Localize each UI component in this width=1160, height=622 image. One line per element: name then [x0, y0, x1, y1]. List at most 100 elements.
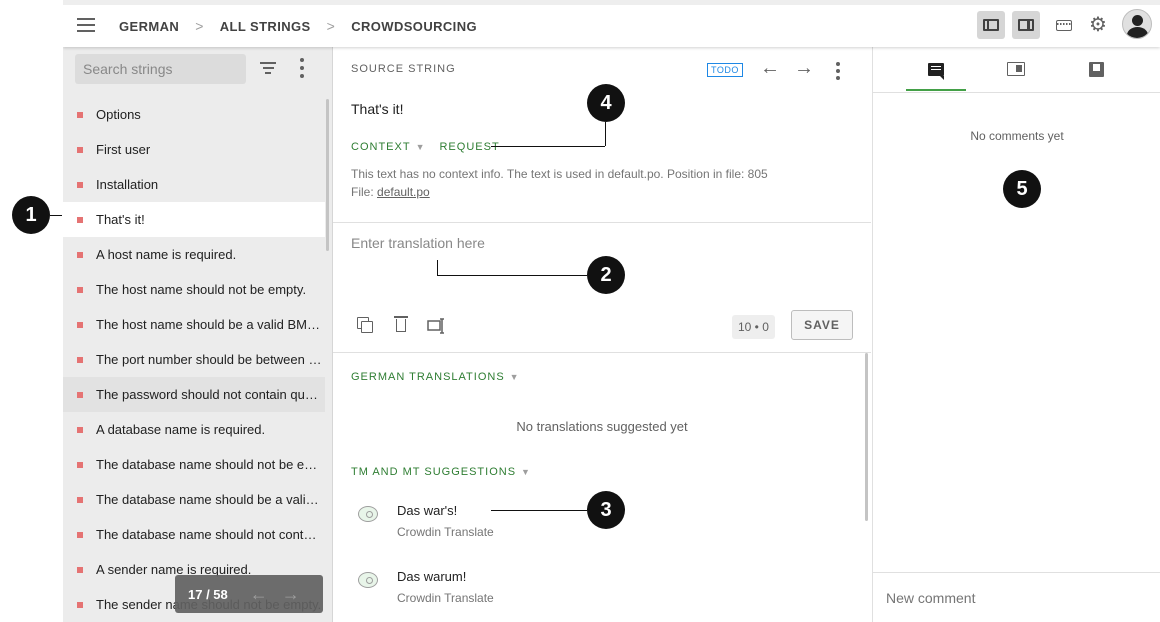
suggestion-source: Crowdin Translate: [397, 591, 494, 605]
next-string-icon[interactable]: →: [794, 57, 814, 80]
tabs-divider: [873, 92, 1160, 93]
comment-icon: [928, 62, 944, 80]
file-line: File: default.po: [351, 183, 851, 201]
trash-icon: [394, 316, 408, 332]
list-item[interactable]: The database name should be a valid ...: [63, 482, 325, 517]
callout-marker: 3: [587, 491, 625, 529]
string-text: A host name is required.: [96, 247, 237, 262]
suggestions-scrollbar[interactable]: [865, 353, 868, 521]
breadcrumb-all-strings[interactable]: ALL STRINGS: [220, 19, 311, 34]
list-item-hovered[interactable]: The password should not contain quot...: [63, 377, 325, 412]
filter-icon[interactable]: [260, 62, 276, 76]
chevron-down-icon: ▼: [509, 372, 520, 382]
settings-button[interactable]: ⚙: [1084, 11, 1112, 39]
untranslated-marker: [77, 601, 83, 608]
breadcrumb-language[interactable]: GERMAN: [119, 19, 179, 34]
untranslated-marker: [77, 566, 83, 573]
tab-glossary[interactable]: [986, 47, 1046, 91]
tm-suggestions-label: TM AND MT SUGGESTIONS: [351, 466, 517, 478]
breadcrumb-separator: >: [195, 18, 204, 34]
list-item[interactable]: The database name should not contai...: [63, 517, 325, 552]
more-options-icon[interactable]: [836, 62, 840, 83]
copy-source-button[interactable]: [357, 317, 375, 335]
untranslated-marker: [77, 216, 83, 223]
breadcrumb-mode[interactable]: CROWDSOURCING: [351, 19, 477, 34]
list-item[interactable]: A database name is required.: [63, 412, 325, 447]
strings-list: Options First user Installation That's i…: [63, 97, 325, 622]
copy-icon-front: [361, 321, 373, 333]
more-options-icon[interactable]: [295, 58, 309, 82]
string-text: A database name is required.: [96, 422, 266, 437]
callout-line: [50, 215, 62, 216]
tm-suggestions-toggle[interactable]: TM AND MT SUGGESTIONS ▼: [351, 466, 531, 478]
string-text: The password should not contain quot...: [96, 387, 322, 402]
list-item[interactable]: First user: [63, 132, 325, 167]
list-item[interactable]: Installation: [63, 167, 325, 202]
list-item[interactable]: A host name is required.: [63, 237, 325, 272]
new-comment-input[interactable]: [873, 572, 1160, 622]
left-panel-layout-toggle[interactable]: [977, 11, 1005, 39]
strings-scrollbar[interactable]: [326, 99, 329, 251]
editor-panel: SOURCE STRING TODO ← → That's it! CONTEX…: [333, 47, 871, 622]
search-input[interactable]: [75, 54, 246, 84]
right-panel-layout-toggle[interactable]: [1012, 11, 1040, 39]
string-text: First user: [96, 142, 151, 157]
context-description: This text has no context info. The text …: [351, 165, 851, 201]
sidebar-right-icon: [1018, 19, 1034, 31]
list-item[interactable]: The host name should be a valid BMP-...: [63, 307, 325, 342]
keyboard-shortcuts-button[interactable]: [1050, 11, 1078, 39]
untranslated-marker: [77, 321, 83, 328]
comments-panel: No comments yet: [872, 47, 1160, 622]
suggestion-source: Crowdin Translate: [397, 525, 494, 539]
callout-marker: 4: [587, 84, 625, 122]
tab-comments[interactable]: [906, 47, 966, 91]
string-pager: 17 / 58 ← →: [175, 575, 323, 613]
save-button[interactable]: SAVE: [791, 310, 853, 340]
string-text: The host name should be a valid BMP-...: [96, 317, 322, 332]
hamburger-menu-icon[interactable]: [77, 18, 95, 32]
string-text: That's it!: [96, 212, 145, 227]
list-item[interactable]: The database name should not be em...: [63, 447, 325, 482]
suggestion-text: Das war's!: [397, 503, 458, 518]
suggestion-text: Das warum!: [397, 569, 467, 584]
chevron-down-icon: ▼: [521, 467, 531, 477]
untranslated-marker: [77, 251, 83, 258]
suggestion-item[interactable]: Das warum! Crowdin Translate: [351, 569, 851, 619]
list-item[interactable]: Options: [63, 97, 325, 132]
tab-library[interactable]: [1066, 47, 1126, 91]
string-text: The port number should be between {0...: [96, 352, 322, 367]
list-item[interactable]: The host name should not be empty.: [63, 272, 325, 307]
chevron-down-icon: ▼: [415, 142, 426, 152]
string-text: Options: [96, 107, 141, 122]
file-link[interactable]: default.po: [377, 185, 430, 199]
divider: [333, 352, 871, 353]
prev-string-icon[interactable]: ←: [760, 57, 780, 80]
callout-marker: 5: [1003, 170, 1041, 208]
callout-line: [605, 122, 606, 146]
pager-next-icon[interactable]: →: [282, 584, 300, 605]
callout-line: [491, 510, 587, 511]
string-text: The database name should be a valid ...: [96, 492, 322, 507]
untranslated-marker: [77, 146, 83, 153]
request-context-link[interactable]: REQUEST: [439, 141, 499, 153]
library-icon: [1088, 61, 1104, 77]
list-item-selected[interactable]: That's it!: [63, 202, 325, 237]
text-format-button[interactable]: [427, 317, 445, 335]
string-text: Installation: [96, 177, 159, 192]
no-comments-message: No comments yet: [970, 129, 1064, 143]
untranslated-marker: [77, 356, 83, 363]
clear-translation-button[interactable]: [393, 316, 411, 335]
callout-marker: 2: [587, 256, 625, 294]
context-row: CONTEXT ▼ REQUEST: [351, 141, 500, 153]
context-toggle[interactable]: CONTEXT: [351, 141, 411, 153]
list-item[interactable]: The port number should be between {0...: [63, 342, 325, 377]
strings-sidebar: Options First user Installation That's i…: [63, 47, 333, 622]
german-translations-toggle[interactable]: GERMAN TRANSLATIONS ▼: [351, 371, 520, 383]
string-text: The host name should not be empty.: [96, 282, 307, 297]
untranslated-marker: [77, 111, 83, 118]
untranslated-marker: [77, 426, 83, 433]
pager-count: 17 / 58: [188, 586, 228, 602]
avatar[interactable]: [1122, 9, 1152, 39]
pager-prev-icon[interactable]: ←: [250, 584, 268, 605]
context-text: This text has no context info. The text …: [351, 167, 768, 181]
